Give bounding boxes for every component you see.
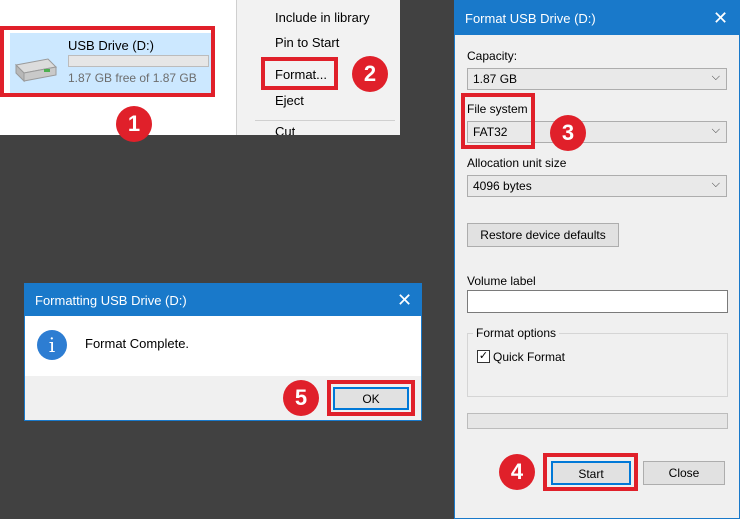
format-complete-titlebar: Formatting USB Drive (D:) ✕ — [25, 284, 421, 316]
format-options-label: Format options — [473, 326, 560, 340]
chevron-down-icon: ⌵ — [711, 178, 720, 190]
close-icon[interactable]: ✕ — [713, 9, 728, 27]
close-button[interactable]: Close — [643, 461, 725, 485]
step-badge-2: 2 — [352, 56, 388, 92]
info-icon: i — [37, 330, 67, 360]
close-icon[interactable]: ✕ — [397, 291, 412, 309]
menu-item-pin-to-start[interactable]: Pin to Start — [275, 35, 339, 50]
menu-item-cut[interactable]: Cut — [275, 124, 295, 135]
menu-item-include-in-library[interactable]: Include in library — [275, 10, 370, 25]
format-dialog-titlebar: Format USB Drive (D:) ✕ — [455, 1, 739, 35]
format-dialog: Format USB Drive (D:) ✕ Capacity: 1.87 G… — [454, 0, 740, 519]
ok-highlight-box — [327, 380, 415, 416]
allocation-select[interactable]: 4096 bytes ⌵ — [467, 175, 727, 197]
quick-format-label: Quick Format — [493, 350, 566, 364]
format-highlight-box — [261, 57, 338, 90]
capacity-label: Capacity: — [467, 49, 518, 63]
menu-item-eject[interactable]: Eject — [275, 93, 304, 108]
volume-label: Volume label — [467, 274, 536, 288]
step-badge-5: 5 — [283, 380, 319, 416]
start-highlight-box — [543, 453, 638, 491]
step-badge-1: 1 — [116, 106, 152, 142]
step-badge-3: 3 — [550, 115, 586, 151]
filesystem-highlight-box — [461, 93, 535, 149]
volume-label-input[interactable] — [467, 290, 728, 313]
format-options-group — [467, 333, 728, 397]
menu-separator — [255, 120, 395, 121]
capacity-value: 1.87 GB — [473, 72, 518, 86]
format-progress-bar — [467, 413, 728, 429]
quick-format-checkbox[interactable]: ✓ — [477, 350, 490, 363]
step-badge-4: 4 — [499, 454, 535, 490]
format-complete-title: Formatting USB Drive (D:) — [35, 293, 187, 308]
allocation-label: Allocation unit size — [467, 156, 567, 170]
capacity-select[interactable]: 1.87 GB ⌵ — [467, 68, 727, 90]
format-complete-body: i Format Complete. — [25, 316, 421, 376]
format-complete-message: Format Complete. — [85, 336, 190, 351]
format-dialog-title: Format USB Drive (D:) — [465, 11, 596, 26]
chevron-down-icon: ⌵ — [711, 71, 720, 83]
chevron-down-icon: ⌵ — [711, 124, 720, 136]
restore-defaults-button[interactable]: Restore device defaults — [467, 223, 619, 247]
allocation-value: 4096 bytes — [473, 179, 532, 193]
drive-highlight-box — [0, 26, 215, 97]
